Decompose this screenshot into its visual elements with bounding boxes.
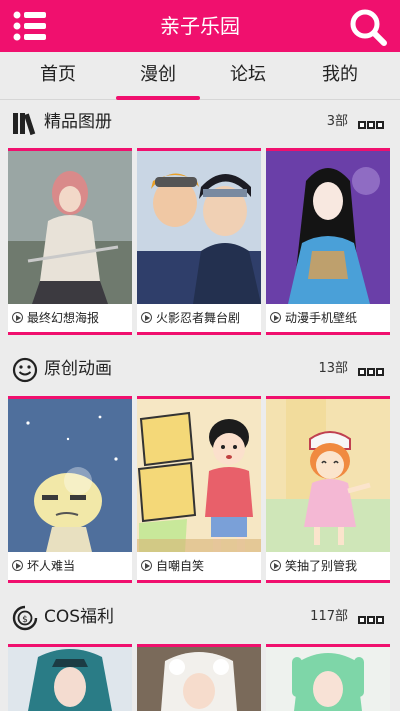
tab-home[interactable]: 首页 xyxy=(8,52,108,100)
play-icon xyxy=(141,560,152,571)
more-grid-icon[interactable] xyxy=(358,114,388,129)
section-header-animation: 原创动画 13部 xyxy=(0,349,400,389)
cos-thumbnail xyxy=(137,647,261,711)
section-header-albums: 精品图册 3部 xyxy=(0,102,400,142)
animation-thumbnail xyxy=(8,399,132,552)
play-icon xyxy=(141,312,152,323)
books-icon xyxy=(12,110,38,136)
animation-caption: 笑抽了别管我 xyxy=(266,552,390,580)
animation-card-1[interactable]: 坏人难当 xyxy=(8,396,132,583)
play-icon xyxy=(270,560,281,571)
album-card-1[interactable]: 最终幻想海报 xyxy=(8,148,132,335)
play-icon xyxy=(270,312,281,323)
animation-thumbnail xyxy=(266,399,390,552)
play-icon xyxy=(12,312,23,323)
animation-card-2[interactable]: 自嘲自笑 xyxy=(137,396,261,583)
section-title: 原创动画 xyxy=(44,359,112,379)
album-caption: 火影忍者舞台剧 xyxy=(137,304,261,332)
section-title: COS福利 xyxy=(44,607,115,627)
animation-thumbnail xyxy=(137,399,261,552)
cos-thumbnail xyxy=(266,647,390,711)
svg-text:$: $ xyxy=(22,615,28,625)
app-header: 亲子乐园 xyxy=(0,0,400,52)
album-thumbnail xyxy=(8,151,132,304)
dollar-coin-icon: $ xyxy=(12,605,38,631)
section-title: 精品图册 xyxy=(44,112,112,132)
more-grid-icon[interactable] xyxy=(358,361,388,376)
play-icon xyxy=(12,560,23,571)
section-count: 117部 xyxy=(310,609,348,624)
tab-mine[interactable]: 我的 xyxy=(290,52,390,100)
album-caption: 动漫手机壁纸 xyxy=(266,304,390,332)
album-thumbnail xyxy=(137,151,261,304)
tab-manchuang[interactable]: 漫创 xyxy=(108,52,208,100)
animation-caption: 坏人难当 xyxy=(8,552,132,580)
tab-bar: 首页 漫创 论坛 我的 xyxy=(0,52,400,100)
cos-card-2[interactable] xyxy=(137,644,261,711)
cos-thumbnail xyxy=(8,647,132,711)
cos-card-1[interactable] xyxy=(8,644,132,711)
tab-forum[interactable]: 论坛 xyxy=(198,52,298,100)
search-icon[interactable] xyxy=(348,7,388,47)
animation-caption: 自嘲自笑 xyxy=(137,552,261,580)
more-grid-icon[interactable] xyxy=(358,609,388,624)
section-count: 13部 xyxy=(318,361,348,376)
animation-card-3[interactable]: 笑抽了别管我 xyxy=(266,396,390,583)
album-card-3[interactable]: 动漫手机壁纸 xyxy=(266,148,390,335)
smiley-icon xyxy=(12,357,38,383)
section-header-cos: $ COS福利 117部 xyxy=(0,597,400,637)
cos-card-3[interactable] xyxy=(266,644,390,711)
app-title: 亲子乐园 xyxy=(160,14,240,38)
menu-icon[interactable] xyxy=(12,9,48,43)
album-card-2[interactable]: 火影忍者舞台剧 xyxy=(137,148,261,335)
album-thumbnail xyxy=(266,151,390,304)
section-count: 3部 xyxy=(326,114,348,129)
album-caption: 最终幻想海报 xyxy=(8,304,132,332)
